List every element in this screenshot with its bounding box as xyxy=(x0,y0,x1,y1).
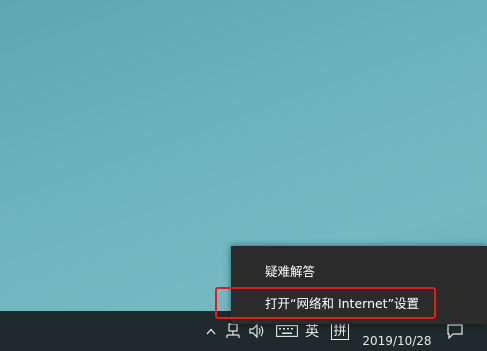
notification-icon xyxy=(447,323,463,339)
show-hidden-icons-button[interactable] xyxy=(202,311,220,351)
menu-item-open-network-settings[interactable]: 打开“网络和 Internet”设置 xyxy=(231,288,487,316)
network-context-menu: 疑难解答 打开“网络和 Internet”设置 xyxy=(231,246,487,324)
chevron-up-icon xyxy=(206,328,216,334)
volume-icon xyxy=(249,323,264,339)
keyboard-icon xyxy=(276,325,298,337)
menu-item-troubleshoot[interactable]: 疑难解答 xyxy=(231,256,487,284)
network-icon xyxy=(226,323,240,338)
clock-date[interactable]: 2019/10/28 xyxy=(354,331,440,351)
ime-mode-label: 拼 xyxy=(331,322,349,340)
